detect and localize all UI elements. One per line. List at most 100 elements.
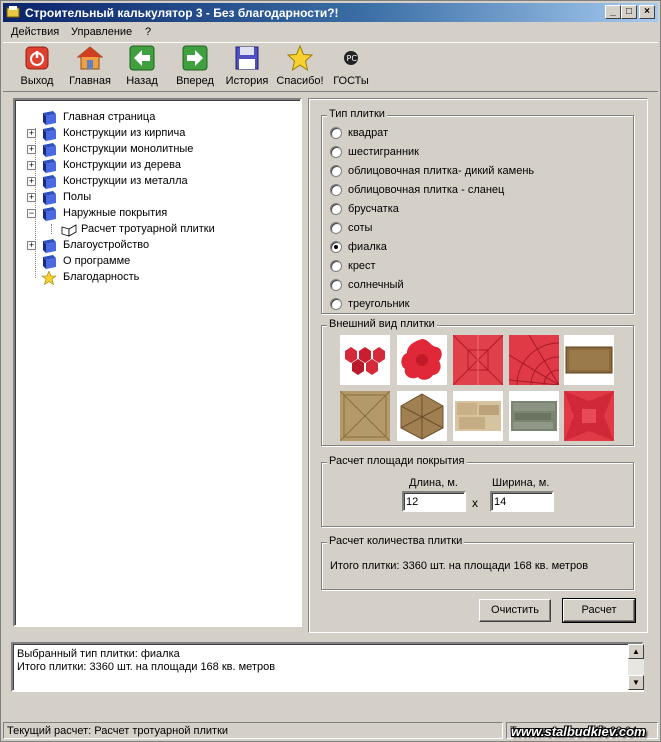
menu-help[interactable]: ?: [145, 26, 151, 38]
history-label: История: [225, 75, 269, 87]
radio-button-selected[interactable]: [330, 241, 342, 253]
book-icon: [43, 127, 56, 141]
output-line-total: Итого плитки: 3360 шт. на площади 168 кв…: [17, 661, 276, 673]
tree-item-floors[interactable]: + Полы: [27, 190, 287, 206]
expand-toggle[interactable]: +: [27, 129, 36, 138]
forward-button[interactable]: Вперед: [173, 45, 217, 91]
red-hexagon-tiles[interactable]: [340, 335, 390, 385]
gost-button[interactable]: PC ГОСТы: [331, 45, 371, 91]
tree-label: Благодарность: [63, 271, 140, 283]
back-arrow-icon: [129, 45, 155, 71]
gost-icon: PC: [344, 51, 358, 65]
collapse-toggle[interactable]: −: [27, 209, 36, 218]
tree-item-monolithic[interactable]: + Конструкции монолитные: [27, 142, 287, 158]
home-icon: [77, 46, 103, 70]
tree-item-gratitude[interactable]: Благодарность: [27, 270, 287, 286]
calculator-panel: Тип плитки квадрат шестигранник облицово…: [308, 98, 648, 633]
tree-item-wood[interactable]: + Конструкции из дерева: [27, 158, 287, 174]
length-field[interactable]: 12: [402, 491, 466, 512]
exit-button[interactable]: Выход: [15, 45, 59, 91]
title-bar[interactable]: Строительный калькулятор 3 - Без благода…: [3, 3, 658, 22]
close-button[interactable]: ×: [639, 5, 655, 19]
expand-toggle[interactable]: +: [27, 177, 36, 186]
red-cross-tile[interactable]: [453, 335, 503, 385]
tree-label: О программе: [63, 255, 131, 267]
tile-type-group: Тип плитки квадрат шестигранник облицово…: [321, 108, 634, 314]
book-icon: [43, 191, 56, 205]
radio-label: фиалка: [348, 241, 387, 253]
app-icon: [6, 6, 20, 18]
maximize-button[interactable]: □: [621, 5, 637, 19]
scroll-down-button[interactable]: ▼: [628, 675, 644, 690]
radio-button[interactable]: [330, 298, 342, 310]
radio-button[interactable]: [330, 260, 342, 272]
tree-item-home[interactable]: Главная страница: [27, 110, 287, 126]
output-area[interactable]: Выбранный тип плитки: фиалка Итого плитк…: [11, 642, 644, 692]
expand-toggle[interactable]: +: [27, 193, 36, 202]
radio-label: шестигранник: [348, 146, 419, 158]
open-book-icon: [61, 224, 77, 237]
red-flower-tile[interactable]: [397, 335, 447, 385]
width-field[interactable]: 14: [490, 491, 554, 512]
radio-label: солнечный: [348, 279, 404, 291]
output-scrollbar[interactable]: ▲ ▼: [628, 644, 644, 690]
radio-button[interactable]: [330, 279, 342, 291]
radio-button[interactable]: [330, 203, 342, 215]
tree-label: Расчет тротуарной плитки: [81, 223, 215, 235]
tan-square-tile[interactable]: [340, 391, 390, 441]
tree-item-paving-calc[interactable]: Расчет тротуарной плитки: [47, 222, 287, 238]
back-button[interactable]: Назад: [123, 45, 161, 91]
home-button[interactable]: Главная: [65, 45, 115, 91]
minimize-button[interactable]: _: [605, 5, 621, 19]
toolbar: Выход Главная Назад Вперед История Спаси…: [3, 42, 658, 92]
radio-label: квадрат: [348, 127, 389, 139]
times-sign: x: [472, 496, 478, 510]
beige-stone-tile[interactable]: [453, 391, 503, 441]
tree-item-metal[interactable]: + Конструкции из металла: [27, 174, 287, 190]
red-radial-tile[interactable]: [509, 335, 559, 385]
calculate-button[interactable]: Расчет: [562, 598, 636, 623]
radio-label: крест: [348, 260, 376, 272]
clear-button[interactable]: Очистить: [479, 599, 551, 622]
menu-actions[interactable]: Действия: [11, 26, 59, 38]
navigation-tree: Главная страница + Конструкции из кирпич…: [13, 98, 302, 627]
output-line-selected: Выбранный тип плитки: фиалка: [17, 648, 180, 660]
tree-item-outdoor[interactable]: − Наружные покрытия: [27, 206, 287, 222]
tile-type-title: Тип плитки: [327, 108, 387, 120]
tree-item-about[interactable]: О программе: [27, 254, 287, 270]
expand-toggle[interactable]: +: [27, 161, 36, 170]
radio-label: облицовочная плитка - сланец: [348, 184, 505, 196]
menu-control[interactable]: Управление: [71, 26, 132, 38]
radio-label: соты: [348, 222, 373, 234]
red-square-tile[interactable]: [564, 391, 614, 441]
history-button[interactable]: История: [223, 45, 271, 91]
expand-toggle[interactable]: +: [27, 241, 36, 250]
thanks-button[interactable]: Спасибо!: [275, 45, 325, 91]
gray-slate-tile[interactable]: [509, 391, 559, 441]
radio-button[interactable]: [330, 127, 342, 139]
menu-bar: Действия Управление ?: [3, 23, 658, 42]
tree-label: Благоустройство: [63, 239, 150, 251]
radio-button[interactable]: [330, 146, 342, 158]
tree-label: Конструкции из кирпича: [63, 127, 186, 139]
home-label: Главная: [69, 75, 111, 87]
radio-button[interactable]: [330, 165, 342, 177]
tree-item-landscaping[interactable]: + Благоустройство: [27, 238, 287, 254]
appearance-title: Внешний вид плитки: [327, 318, 437, 330]
tan-hexagon-tile[interactable]: [397, 391, 447, 441]
radio-button[interactable]: [330, 184, 342, 196]
radio-button[interactable]: [330, 222, 342, 234]
tree-item-brick[interactable]: + Конструкции из кирпича: [27, 126, 287, 142]
status-current: Текущий расчет: Расчет тротуарной плитки: [3, 722, 503, 739]
brown-brick-tile[interactable]: [564, 335, 614, 385]
quantity-group: Расчет количества плитки Итого плитки: 3…: [321, 535, 634, 590]
book-icon: [43, 207, 56, 221]
quantity-result: Итого плитки: 3360 шт. на площади 168 кв…: [330, 560, 589, 572]
radio-label: брусчатка: [348, 203, 399, 215]
book-icon: [43, 159, 56, 173]
star-icon: [287, 45, 313, 71]
window-title: Строительный калькулятор 3 - Без благода…: [25, 6, 339, 20]
scroll-up-button[interactable]: ▲: [628, 644, 644, 659]
expand-toggle[interactable]: +: [27, 145, 36, 154]
tree-label: Полы: [63, 191, 92, 203]
